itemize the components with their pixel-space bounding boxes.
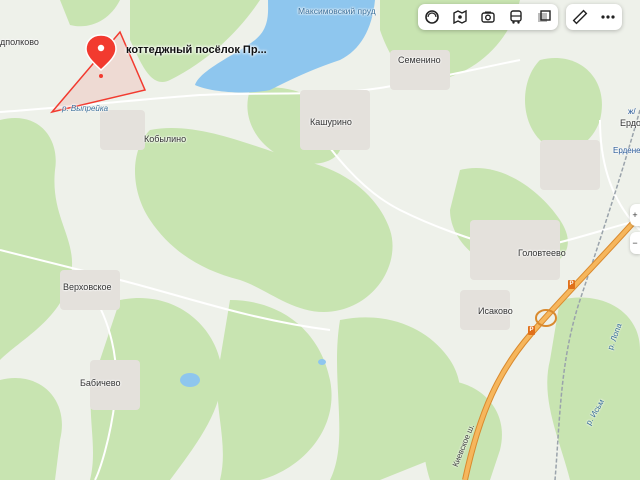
map-canvas[interactable] xyxy=(0,0,640,480)
panorama-button[interactable] xyxy=(446,4,474,30)
camera-icon xyxy=(481,11,495,23)
ruler-icon xyxy=(572,9,588,25)
bus-icon xyxy=(510,10,522,24)
zoom-out-button[interactable]: − xyxy=(630,232,640,254)
place-label-isakovo: Исаково xyxy=(478,306,513,316)
map-toolbar-right xyxy=(566,4,622,30)
pond-label: Максимовский пруд xyxy=(298,6,376,16)
place-label-kashurino: Кашурино xyxy=(310,117,352,127)
place-label-kobylino: Кобылино xyxy=(144,134,187,144)
highway-shield-2: Р xyxy=(528,326,535,335)
place-label-babichevo: Бабичево xyxy=(80,378,121,388)
layers-button[interactable] xyxy=(418,4,446,30)
place-label-erd: Ердо xyxy=(620,118,640,128)
place-label-semenino: Семенино xyxy=(398,55,441,65)
place-label-verkhovskoe: Верховское xyxy=(63,282,112,292)
transit-button[interactable] xyxy=(502,4,530,30)
station-label-erdenevo: Ерденев xyxy=(613,146,640,155)
photo-button[interactable] xyxy=(474,4,502,30)
river-label-vypreyka: р. Выпрейка xyxy=(62,104,109,113)
more-button[interactable] xyxy=(594,4,622,30)
map-type-button[interactable] xyxy=(530,4,558,30)
place-label-golovteevo: Головтеево xyxy=(518,248,566,258)
ruler-button[interactable] xyxy=(566,4,594,30)
zoom-in-button[interactable]: + xyxy=(630,204,640,226)
station-label-erd: ж/ xyxy=(628,107,636,116)
map-type-icon xyxy=(538,10,551,22)
map-toolbar xyxy=(418,4,558,30)
place-label-edge-left: дполково xyxy=(0,37,39,47)
cottage-marker-label[interactable]: коттеджный посёлок Пр... xyxy=(126,44,267,56)
panorama-icon xyxy=(453,9,467,25)
more-icon xyxy=(601,15,615,19)
layers-icon xyxy=(425,10,439,24)
highway-shield: Р xyxy=(568,280,575,289)
